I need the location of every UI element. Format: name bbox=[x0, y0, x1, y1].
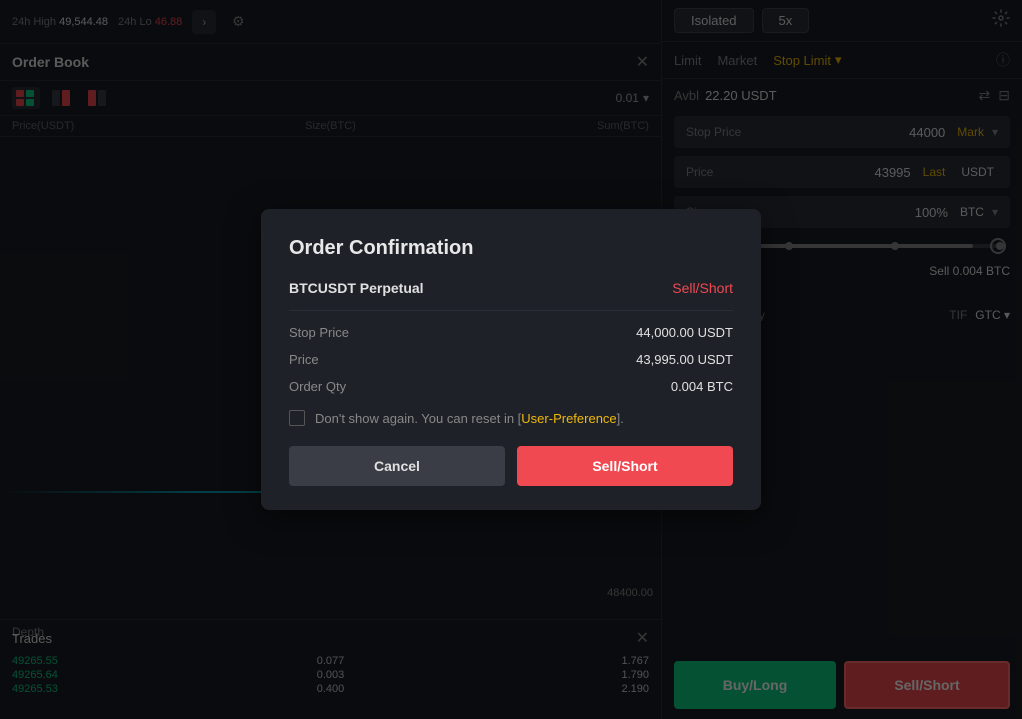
modal-instrument-row: BTCUSDT Perpetual Sell/Short bbox=[289, 280, 733, 296]
modal-overlay: Order Confirmation BTCUSDT Perpetual Sel… bbox=[0, 0, 1022, 719]
modal-instrument-name: BTCUSDT Perpetual bbox=[289, 280, 424, 296]
modal-stop-price-row: Stop Price 44,000.00 USDT bbox=[289, 325, 733, 340]
modal-side: Sell/Short bbox=[672, 280, 733, 296]
main-layout: 24h High 49,544.48 24h Lo 46.88 › ⚙ Orde… bbox=[0, 0, 1022, 719]
modal-stop-price-label: Stop Price bbox=[289, 325, 349, 340]
modal-divider bbox=[289, 310, 733, 311]
modal-price-value: 43,995.00 USDT bbox=[636, 352, 733, 367]
dont-show-label: Don't show again. You can reset in [User… bbox=[315, 411, 624, 426]
modal-sell-short-button[interactable]: Sell/Short bbox=[517, 446, 733, 486]
modal-buttons: Cancel Sell/Short bbox=[289, 446, 733, 486]
modal-stop-price-value: 44,000.00 USDT bbox=[636, 325, 733, 340]
modal-price-row: Price 43,995.00 USDT bbox=[289, 352, 733, 367]
modal-price-label: Price bbox=[289, 352, 319, 367]
modal-order-qty-row: Order Qty 0.004 BTC bbox=[289, 379, 733, 394]
dont-show-checkbox[interactable] bbox=[289, 410, 305, 426]
modal-order-qty-label: Order Qty bbox=[289, 379, 346, 394]
modal-cancel-button[interactable]: Cancel bbox=[289, 446, 505, 486]
order-confirmation-modal: Order Confirmation BTCUSDT Perpetual Sel… bbox=[261, 209, 761, 510]
modal-order-qty-value: 0.004 BTC bbox=[671, 379, 733, 394]
modal-dont-show-row: Don't show again. You can reset in [User… bbox=[289, 410, 733, 426]
modal-title: Order Confirmation bbox=[289, 237, 733, 260]
